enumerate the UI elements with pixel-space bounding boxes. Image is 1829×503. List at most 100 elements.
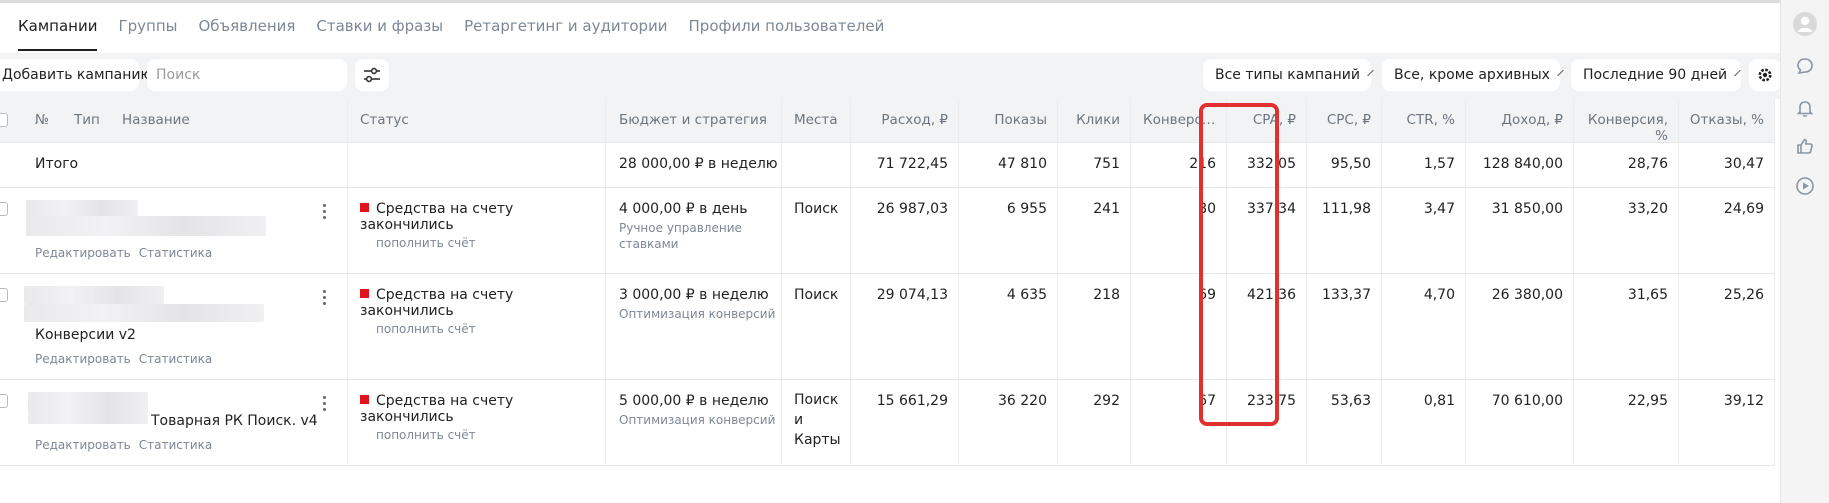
budget-cell: 3 000,00 ₽ в неделю Оптимизация конверси… xyxy=(606,274,782,379)
search-input[interactable] xyxy=(147,59,347,91)
cost-cell: 26 987,03 xyxy=(851,188,959,273)
header-places[interactable]: Места xyxy=(782,99,851,142)
header-status[interactable]: Статус xyxy=(348,99,606,142)
tab-campaigns[interactable]: Кампании xyxy=(18,14,98,52)
status-cell: Средства на счету закончились пополнить … xyxy=(348,380,606,465)
chat-button[interactable] xyxy=(1793,54,1817,78)
edit-link[interactable]: Редактировать xyxy=(35,246,131,260)
tab-ads[interactable]: Объявления xyxy=(198,14,295,52)
status-text: Средства на счету закончились xyxy=(360,393,514,425)
campaign-types-label: Все типы кампаний xyxy=(1215,67,1360,83)
kebab-menu-icon[interactable] xyxy=(323,396,327,414)
total-status xyxy=(348,143,606,187)
places-cell: Поиск и Карты xyxy=(782,380,851,465)
header-cpc[interactable]: CPC, ₽ xyxy=(1307,99,1382,142)
tab-groups[interactable]: Группы xyxy=(118,14,177,52)
total-places xyxy=(782,143,851,187)
top-up-link[interactable]: пополнить счёт xyxy=(360,321,605,337)
chat-icon xyxy=(1797,58,1813,75)
conversions-cell: 67 xyxy=(1131,380,1227,465)
status-cell: Средства на счету закончились пополнить … xyxy=(348,188,606,273)
status-indicator xyxy=(360,203,369,212)
stats-link[interactable]: Статистика xyxy=(139,246,213,260)
status-text: Средства на счету закончились xyxy=(360,287,514,319)
top-up-link[interactable]: пополнить счёт xyxy=(360,235,605,251)
cost-cell: 29 074,13 xyxy=(851,274,959,379)
thumbs-up-icon xyxy=(1797,138,1813,154)
total-budget: 28 000,00 ₽ в неделю xyxy=(606,143,782,187)
kebab-menu-icon[interactable] xyxy=(323,204,327,222)
header-main: № Тип Название xyxy=(0,99,348,142)
edit-link[interactable]: Редактировать xyxy=(35,438,131,452)
table-settings-button[interactable] xyxy=(1749,59,1781,91)
clicks-cell: 241 xyxy=(1058,188,1131,273)
header-conv-rate[interactable]: Конверсия, % xyxy=(1574,99,1679,144)
blurred-campaign-name xyxy=(24,304,264,322)
budget-value: 4 000,00 ₽ в день xyxy=(619,201,748,217)
notifications-button[interactable] xyxy=(1793,96,1817,120)
campaign-types-select[interactable]: Все типы кампаний xyxy=(1203,59,1374,91)
conv-rate-cell: 31,65 xyxy=(1574,274,1679,379)
campaign-name[interactable]: Конверсии v2 xyxy=(35,327,136,343)
kebab-menu-icon[interactable] xyxy=(323,290,327,308)
video-help-button[interactable] xyxy=(1793,174,1817,198)
header-num[interactable]: № xyxy=(35,112,49,128)
header-ctr[interactable]: CTR, % xyxy=(1382,99,1466,142)
edit-link[interactable]: Редактировать xyxy=(35,352,131,366)
play-icon xyxy=(1796,177,1814,195)
tab-user-profiles[interactable]: Профили пользователей xyxy=(689,14,885,52)
header-impressions[interactable]: Показы xyxy=(959,99,1058,142)
ctr-cell: 3,47 xyxy=(1382,188,1466,273)
ctr-cell: 0,81 xyxy=(1382,380,1466,465)
revenue-cell: 70 610,00 xyxy=(1466,380,1574,465)
total-conv-rate: 28,76 xyxy=(1574,143,1679,187)
period-select[interactable]: Последние 90 дней xyxy=(1571,59,1741,91)
cost-cell: 15 661,29 xyxy=(851,380,959,465)
tab-bids-phrases[interactable]: Ставки и фразы xyxy=(316,14,443,52)
header-cpa[interactable]: CPA, ₽ xyxy=(1227,99,1307,142)
cpc-cell: 133,37 xyxy=(1307,274,1382,379)
header-budget[interactable]: Бюджет и стратегия xyxy=(606,99,782,142)
blurred-campaign-name xyxy=(28,414,148,424)
tab-retargeting[interactable]: Ретаргетинг и аудитории xyxy=(464,14,667,52)
header-revenue[interactable]: Доход, ₽ xyxy=(1466,99,1574,142)
cpa-cell: 337,34 xyxy=(1227,188,1307,273)
budget-cell: 5 000,00 ₽ в неделю Оптимизация конверси… xyxy=(606,380,782,465)
header-conversions[interactable]: Конверс… xyxy=(1131,99,1227,142)
blurred-campaign-name xyxy=(24,286,164,304)
conversions-cell: 69 xyxy=(1131,274,1227,379)
add-campaign-button[interactable]: Добавить кампанию xyxy=(0,59,152,91)
places-cell: Поиск xyxy=(782,188,851,273)
campaign-name[interactable]: Товарная РК Поиск. v4 xyxy=(151,413,318,429)
avatar-icon xyxy=(1793,12,1817,36)
header-clicks[interactable]: Клики xyxy=(1058,99,1131,142)
top-up-link[interactable]: пополнить счёт xyxy=(360,427,605,443)
stats-link[interactable]: Статистика xyxy=(139,352,213,366)
conv-rate-cell: 33,20 xyxy=(1574,188,1679,273)
bell-icon xyxy=(1796,101,1814,117)
total-ctr: 1,57 xyxy=(1382,143,1466,187)
archive-filter-select[interactable]: Все, кроме архивных xyxy=(1382,59,1564,91)
filter-settings-button[interactable] xyxy=(355,59,389,91)
table-row: Конверсии v2 Редактировать Статистика Сре… xyxy=(0,274,1775,380)
budget-cell: 4 000,00 ₽ в день Ручное управление став… xyxy=(606,188,782,273)
header-cost[interactable]: Расход, ₽ xyxy=(851,99,959,142)
stats-link[interactable]: Статистика xyxy=(139,438,213,452)
bounce-cell: 24,69 xyxy=(1679,188,1775,273)
header-bounce[interactable]: Отказы, % xyxy=(1679,99,1775,142)
revenue-cell: 26 380,00 xyxy=(1466,274,1574,379)
cpc-cell: 111,98 xyxy=(1307,188,1382,273)
header-name[interactable]: Название xyxy=(122,112,190,128)
ctr-cell: 4,70 xyxy=(1382,274,1466,379)
blurred-campaign-name xyxy=(26,216,266,236)
feedback-button[interactable] xyxy=(1793,134,1817,158)
avatar[interactable] xyxy=(1793,12,1817,36)
total-clicks: 751 xyxy=(1058,143,1131,187)
total-cost: 71 722,45 xyxy=(851,143,959,187)
strategy-text: Оптимизация конверсий xyxy=(619,413,776,427)
total-impressions: 47 810 xyxy=(959,143,1058,187)
strategy-text: Оптимизация конверсий xyxy=(619,307,776,321)
header-type[interactable]: Тип xyxy=(74,112,100,128)
status-indicator xyxy=(360,395,369,404)
impressions-cell: 36 220 xyxy=(959,380,1058,465)
